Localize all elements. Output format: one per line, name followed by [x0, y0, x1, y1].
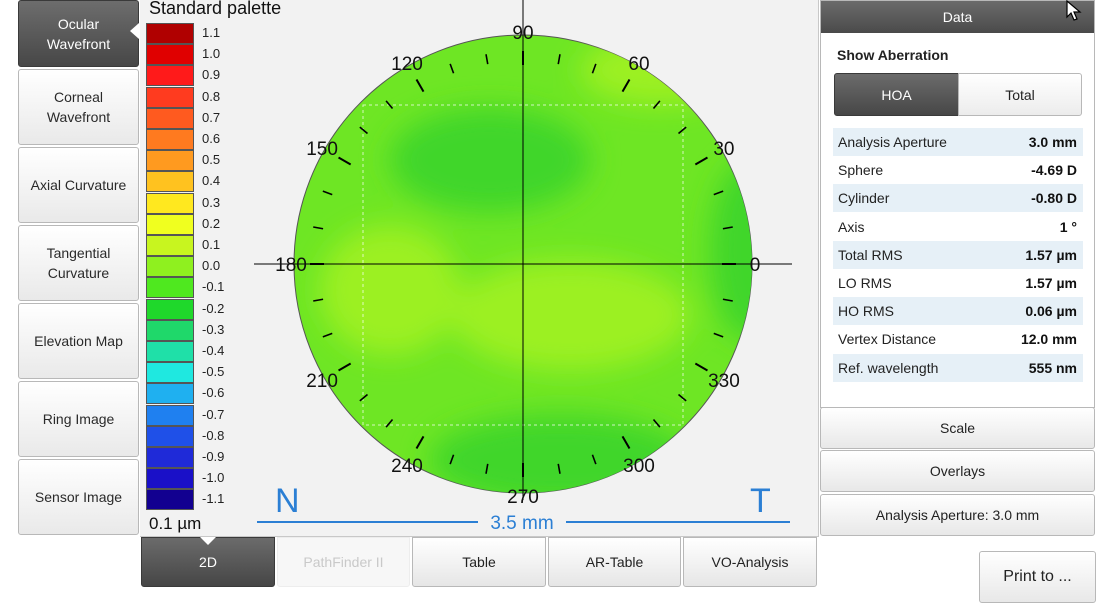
nav-ring-image-button[interactable]: Ring Image — [18, 381, 139, 457]
overlays-button-label: Overlays — [929, 463, 986, 479]
nav-label: Elevation Map — [34, 333, 123, 349]
temporal-label: T — [750, 482, 771, 520]
degree-label: 210 — [306, 371, 338, 392]
nav-label: Axial Curvature — [30, 177, 127, 193]
data-panel: Data Show Aberration HOA Total Analysis … — [820, 0, 1095, 408]
degree-label: 120 — [391, 54, 423, 75]
hoa-toggle-button[interactable]: HOA — [834, 73, 959, 116]
data-row-label: Axis — [838, 218, 865, 235]
data-row: Ref. wavelength 555 nm — [833, 353, 1083, 382]
nav-sensor-image-button[interactable]: Sensor Image — [18, 459, 139, 535]
degree-label: 30 — [713, 139, 734, 160]
tab-label: 2D — [199, 554, 217, 570]
nav-label: Corneal Wavefront — [46, 89, 111, 125]
data-row: Analysis Aperture 3.0 mm — [833, 128, 1083, 156]
tab-label: PathFinder II — [303, 554, 384, 570]
wavefront-map[interactable]: 9060300330300270240210180150120 N T 3.5 … — [140, 0, 818, 536]
scale-button-label: Scale — [939, 420, 976, 436]
data-row: Sphere -4.69 D — [833, 156, 1083, 184]
wavefront-map-panel: Standard palette 1.1 1.0 0.9 0.8 0.7 0.6 0.5 0.… — [140, 0, 819, 537]
data-row-value: -4.69 D — [1031, 162, 1077, 179]
data-row-label: Ref. wavelength — [838, 359, 939, 376]
mouse-cursor-icon — [1066, 0, 1082, 21]
analysis-aperture-label: Analysis Aperture: 3.0 mm — [875, 507, 1040, 523]
selected-notch-icon — [130, 23, 139, 39]
print-button-label: Print to ... — [1003, 568, 1072, 585]
data-panel-header[interactable]: Data — [821, 1, 1094, 33]
data-row: Total RMS 1.57 µm — [833, 240, 1083, 269]
data-row-value: 555 nm — [1028, 359, 1077, 376]
tab-2d[interactable]: 2D — [141, 537, 275, 587]
scale-bar-label: 3.5 mm — [490, 513, 553, 534]
zone-light-left — [320, 225, 460, 355]
print-button[interactable]: Print to ... — [979, 551, 1096, 603]
data-row: LO RMS 1.57 µm — [833, 269, 1083, 297]
data-row-label: HO RMS — [838, 303, 894, 320]
zone-light-top — [580, 35, 740, 105]
data-row-value: 0.06 µm — [1025, 303, 1077, 320]
scale-button[interactable]: Scale — [820, 407, 1095, 449]
nav-label: Tangential Curvature — [46, 245, 111, 281]
nasal-label: N — [275, 482, 300, 520]
data-row-label: Analysis Aperture — [838, 134, 947, 150]
data-row-label: Cylinder — [838, 190, 890, 207]
nav-elevation-map-button[interactable]: Elevation Map — [18, 303, 139, 379]
degree-label: 270 — [507, 487, 539, 508]
data-row: Cylinder -0.80 D — [833, 184, 1083, 213]
tab-pathfinder: PathFinder II — [277, 537, 410, 587]
data-row: HO RMS 0.06 µm — [833, 297, 1083, 326]
data-row-value: 3.0 mm — [1028, 134, 1077, 150]
data-row-value: -0.80 D — [1031, 190, 1077, 207]
data-row-label: LO RMS — [838, 275, 892, 291]
nav-corneal-wavefront-button[interactable]: Corneal Wavefront — [18, 69, 139, 145]
data-row-label: Sphere — [838, 162, 884, 179]
tab-ar-table[interactable]: AR-Table — [548, 537, 681, 587]
data-row-label: Vertex Distance — [838, 331, 937, 348]
data-row: Axis 1 ° — [833, 213, 1083, 241]
degree-label: 240 — [391, 456, 423, 477]
data-panel-title: Data — [942, 9, 973, 25]
nav-axial-curvature-button[interactable]: Axial Curvature — [18, 147, 139, 223]
nav-label: Ocular Wavefront — [46, 15, 111, 52]
degree-label: 300 — [623, 456, 655, 477]
degree-label: 150 — [306, 139, 338, 160]
degree-label: 60 — [628, 54, 649, 75]
total-label: Total — [1005, 86, 1035, 103]
data-row-value: 1.57 µm — [1025, 246, 1077, 263]
total-toggle-button[interactable]: Total — [958, 73, 1082, 116]
analysis-aperture-button[interactable]: Analysis Aperture: 3.0 mm — [820, 494, 1095, 536]
tab-label: VO-Analysis — [711, 554, 789, 570]
zone-light-center — [450, 260, 690, 370]
degree-label: 330 — [708, 371, 740, 392]
nav-tangential-curvature-button[interactable]: Tangential Curvature — [18, 225, 139, 301]
degree-label: 90 — [512, 23, 533, 44]
tab-vo-analysis[interactable]: VO-Analysis — [683, 537, 817, 587]
tab-label: AR-Table — [585, 554, 644, 570]
overlays-button[interactable]: Overlays — [820, 450, 1095, 492]
zone-dark-upper — [390, 108, 590, 212]
tab-table[interactable]: Table — [412, 537, 546, 587]
data-row: Vertex Distance 12.0 mm — [833, 325, 1083, 353]
data-row-value: 12.0 mm — [1020, 331, 1077, 348]
nav-label: Ring Image — [42, 411, 115, 427]
show-aberration-label: Show Aberration — [837, 47, 949, 63]
data-row-value: 1 ° — [1059, 218, 1077, 235]
nav-ocular-wavefront-button[interactable]: Ocular Wavefront — [18, 0, 139, 67]
degree-label: 0 — [750, 255, 761, 276]
selected-notch-icon — [200, 537, 216, 545]
data-row-label: Total RMS — [838, 246, 903, 263]
data-row-value: 1.57 µm — [1025, 275, 1077, 291]
degree-label: 180 — [275, 255, 307, 276]
nav-label: Sensor Image — [34, 489, 123, 505]
tab-label: Table — [462, 554, 496, 570]
zone-dark-right — [710, 160, 752, 340]
hoa-label: HOA — [881, 86, 912, 103]
